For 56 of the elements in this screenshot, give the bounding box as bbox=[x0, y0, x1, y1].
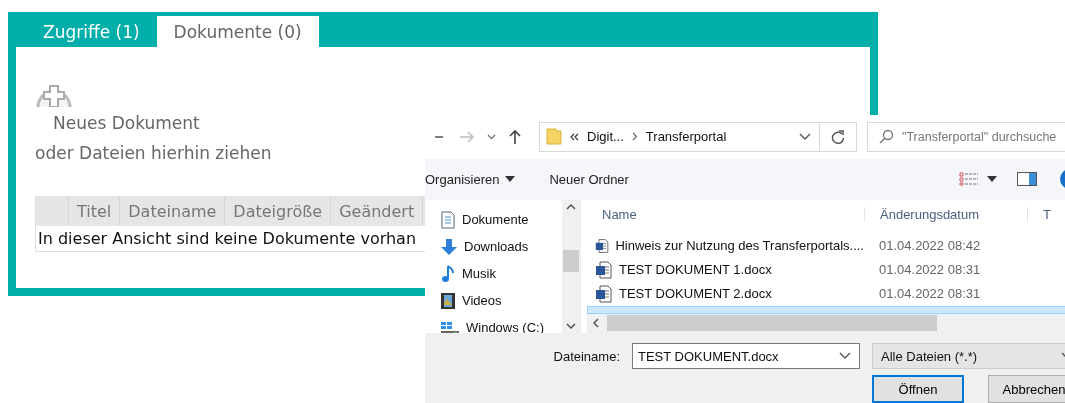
caret-icon bbox=[505, 176, 516, 183]
column-header[interactable]: Änderungsdatum bbox=[864, 206, 1027, 222]
new-document-button[interactable]: Neues Dokument bbox=[35, 77, 200, 133]
folder-icon bbox=[546, 128, 562, 146]
file-row[interactable]: Hinweis zur Nutzung des Transferportals.... 01.04.2022 08:42 bbox=[587, 233, 1065, 258]
empty-message: In dieser Ansicht sind keine Dokumente vorhan bbox=[38, 229, 417, 248]
file-row[interactable]: TEST DOKUMENT 2.docx 01.04.2022 08:31 bbox=[587, 281, 1065, 306]
column-header[interactable]: Name bbox=[587, 206, 864, 222]
nav-pane-item[interactable]: Downloads bbox=[425, 233, 562, 260]
scroll-up-icon[interactable] bbox=[566, 204, 576, 210]
scroll-left-icon[interactable] bbox=[593, 318, 599, 329]
up-arrow-icon[interactable] bbox=[508, 129, 522, 145]
column-header[interactable]: Geändert bbox=[330, 196, 423, 226]
word-document-icon bbox=[595, 260, 613, 279]
file-type-dropdown[interactable]: Alle Dateien (*.*) bbox=[872, 343, 1065, 369]
nav-pane-item[interactable]: Videos bbox=[425, 287, 562, 314]
document-icon bbox=[440, 210, 456, 229]
breadcrumb[interactable]: Digit... bbox=[587, 129, 624, 145]
film-strip-icon bbox=[440, 291, 456, 310]
scroll-down-icon[interactable] bbox=[566, 323, 576, 329]
view-options-icon[interactable] bbox=[959, 172, 979, 187]
nav-pane-item[interactable]: Dokumente bbox=[425, 206, 562, 233]
file-row[interactable]: TEST DOKUMENT 1.docx 01.04.2022 08:31 bbox=[587, 257, 1065, 282]
column-header[interactable]: T bbox=[1027, 206, 1051, 222]
word-document-icon bbox=[595, 236, 610, 255]
filename-field[interactable]: TEST DOKUMENT.docx bbox=[632, 343, 860, 369]
dialog-button[interactable]: Öffnen bbox=[872, 375, 964, 403]
tab[interactable]: Dokumente (0) bbox=[156, 16, 319, 47]
refresh-icon[interactable] bbox=[831, 130, 845, 144]
word-document-icon bbox=[595, 284, 613, 303]
chevron-down-icon[interactable] bbox=[799, 133, 811, 141]
scroll-thumb[interactable] bbox=[607, 315, 937, 332]
address-bar[interactable]: Digit... Transferportal bbox=[539, 122, 857, 152]
scrollbar[interactable] bbox=[562, 200, 580, 333]
preview-pane-icon[interactable] bbox=[1017, 172, 1037, 187]
column-header[interactable]: Dateigröße bbox=[224, 196, 331, 226]
nav-pane-item[interactable]: Musik bbox=[425, 260, 562, 287]
chevron-right-icon bbox=[631, 132, 638, 142]
chevron-down-icon[interactable] bbox=[486, 134, 496, 140]
organize-menu[interactable]: Organisieren bbox=[425, 172, 516, 187]
column-header[interactable]: Dateiname bbox=[119, 196, 225, 226]
new-folder-button[interactable]: Neuer Ordner bbox=[549, 172, 629, 187]
column-header[interactable]: Titel bbox=[68, 196, 120, 226]
scroll-thumb[interactable] bbox=[563, 250, 579, 272]
horizontal-scrollbar[interactable] bbox=[587, 313, 1065, 333]
caret-icon[interactable] bbox=[987, 176, 997, 183]
dialog-button[interactable]: Abbrechen bbox=[988, 375, 1065, 403]
search-icon[interactable] bbox=[878, 129, 894, 145]
filename-label: Dateiname: bbox=[552, 348, 620, 364]
breadcrumb[interactable]: Transferportal bbox=[645, 129, 727, 145]
drop-hint: oder Dateien hierhin ziehen bbox=[35, 143, 272, 163]
double-chevron-icon[interactable] bbox=[570, 133, 579, 141]
music-note-icon bbox=[440, 264, 456, 283]
chevron-down-icon[interactable] bbox=[839, 352, 851, 360]
search-field[interactable]: "Transferportal" durchsuche bbox=[867, 122, 1065, 152]
download-arrow-icon bbox=[440, 237, 458, 256]
